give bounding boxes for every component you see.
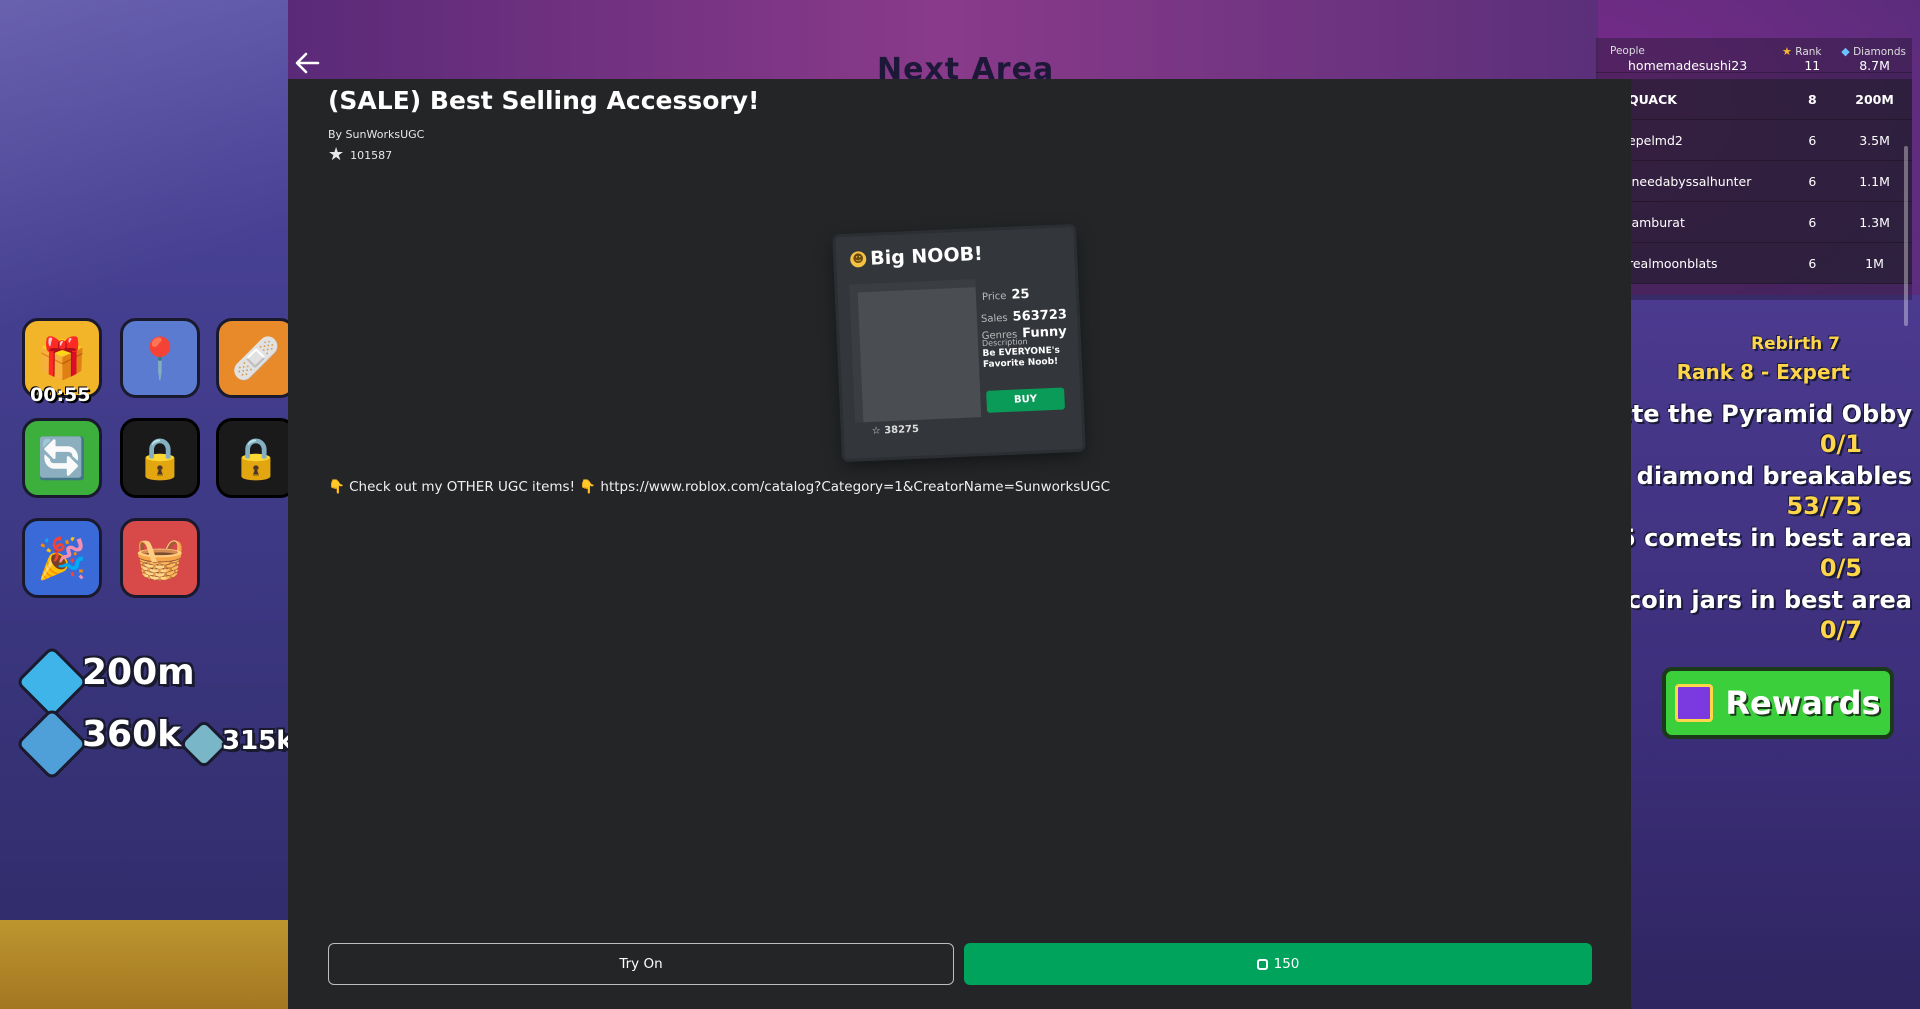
shop-basket-icon[interactable]: 🧺	[120, 518, 200, 598]
description-text: Check out my OTHER UGC items!	[349, 479, 575, 495]
coin-count: 360k	[82, 714, 182, 755]
try-on-label: Try On	[619, 956, 663, 972]
player-diamonds: 8.7M	[1859, 58, 1890, 73]
player-diamonds: 1M	[1865, 255, 1884, 271]
leaderboard-row[interactable]: jamburat 6 1.3M	[1596, 202, 1912, 243]
thumbnail-preview-box	[849, 279, 982, 423]
player-rank: 8	[1807, 91, 1817, 107]
pointing-down-icon: 👇	[579, 479, 597, 495]
thumbnail-buy-label: BUY	[986, 387, 1065, 413]
quest-progress: 0/7	[1819, 616, 1862, 644]
leaderboard-row[interactable]: homemadesushi23 11 8.7M	[1596, 58, 1912, 73]
player-name: homemadesushi23	[1628, 58, 1748, 73]
gift-timer: 00:55	[30, 384, 91, 406]
description-link[interactable]: https://www.roblox.com/catalog?Category=…	[600, 479, 1110, 495]
rebirth-icon[interactable]: 🔄	[22, 418, 102, 498]
quest-progress: 0/5	[1819, 554, 1862, 582]
player-rank: 6	[1808, 255, 1817, 271]
locked-icon[interactable]: 🔒	[120, 418, 200, 498]
teleport-icon[interactable]: 📍	[120, 318, 200, 398]
pointing-down-icon: 👇	[328, 479, 345, 495]
leaderboard-rank-header: ★ Rank	[1782, 44, 1822, 58]
leaderboard-diamonds-header: ◆ Diamonds	[1841, 44, 1906, 58]
player-diamonds: 200M	[1855, 91, 1894, 107]
boost-icon[interactable]: 🩹	[216, 318, 296, 398]
rank-label: Rank 8 - Expert	[1676, 360, 1850, 384]
thumbnail-price: Price 25	[981, 286, 1030, 303]
item-description: 👇 Check out my OTHER UGC items! 👇 https:…	[328, 479, 1110, 495]
rewards-button[interactable]: Rewards	[1662, 667, 1894, 739]
diamond-count: 200m	[82, 652, 195, 693]
thumbnail-favorites: ☆ 38275	[871, 423, 920, 437]
robux-icon	[1256, 958, 1268, 970]
leaderboard-row[interactable]: lneedabyssalhunter 6 1.1M	[1596, 161, 1912, 202]
player-diamonds: 1.3M	[1859, 214, 1890, 230]
player-rank: 6	[1808, 132, 1817, 148]
rewards-gift-icon	[1675, 684, 1714, 722]
back-arrow-icon[interactable]	[292, 48, 322, 78]
thumbnail-description: Be EVERYONE's Favorite Noob!	[982, 345, 1061, 370]
buy-price: 150	[1273, 956, 1300, 972]
player-rank: 6	[1808, 173, 1817, 189]
star-icon: ★	[1782, 44, 1792, 58]
hotbar[interactable]	[0, 920, 288, 1009]
star-icon: ★	[328, 144, 345, 165]
leaderboard-row[interactable]: realmoonblats 6 1M	[1596, 243, 1912, 284]
locked-icon[interactable]: 🔒	[216, 418, 296, 498]
player-rank: 6	[1808, 214, 1817, 230]
player-diamonds: 1.1M	[1859, 173, 1890, 189]
party-icon[interactable]: 🎉	[22, 518, 102, 598]
item-thumbnail: ☻ Big NOOB! ☆ 38275 Price 25 Sales 56372…	[835, 226, 1083, 460]
item-creator[interactable]: By SunWorksUGC	[328, 128, 424, 141]
leaderboard: People ★ Rank ◆ Diamonds homemadesushi23…	[1596, 38, 1912, 326]
item-title: (SALE) Best Selling Accessory!	[328, 86, 760, 115]
leaderboard-people-header: People	[1610, 45, 1645, 57]
rewards-label: Rewards	[1725, 684, 1881, 722]
leaderboard-row[interactable]: epelmd2 6 3.5M	[1596, 120, 1912, 161]
leaderboard-scrollbar[interactable]	[1904, 146, 1908, 326]
try-on-button[interactable]: Try On	[328, 943, 954, 985]
thumbnail-title: ☻ Big NOOB!	[849, 243, 983, 271]
quest-progress: 0/1	[1819, 430, 1862, 458]
player-rank: 11	[1804, 58, 1821, 73]
leaderboard-row-self[interactable]: QUACK 8 200M	[1596, 79, 1912, 120]
favorites-count: 101587	[350, 148, 393, 162]
smiley-icon: ☻	[849, 250, 867, 268]
player-diamonds: 3.5M	[1859, 132, 1890, 148]
ticket-count: 315k	[222, 726, 294, 756]
rebirth-label: Rebirth 7	[1751, 334, 1840, 354]
item-favorites[interactable]: ★ 101587	[328, 144, 393, 165]
item-details-modal	[288, 79, 1631, 1009]
diamond-icon: ◆	[1841, 44, 1850, 58]
buy-button[interactable]: 150	[964, 943, 1592, 985]
quest-progress: 53/75	[1786, 492, 1862, 520]
game-scene-left	[0, 0, 288, 1009]
